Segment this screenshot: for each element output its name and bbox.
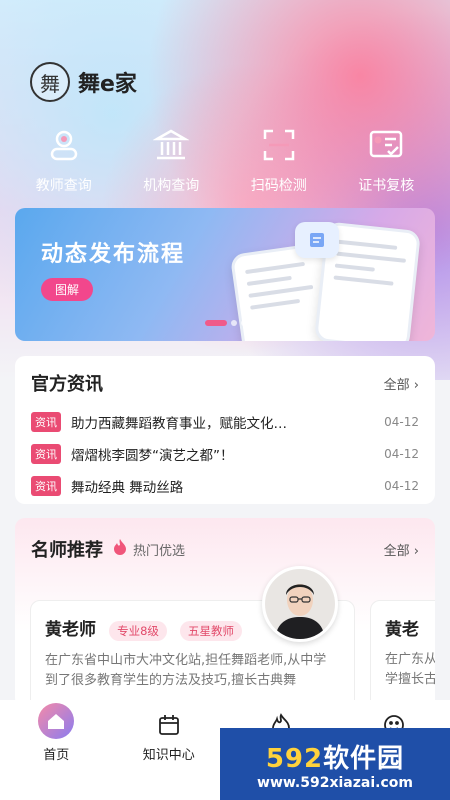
site-watermark: 592软件园 www.592xiazai.com [220,728,450,800]
institution-icon [151,125,191,165]
watermark-text: 软件园 [323,743,405,774]
banner-diagram-button[interactable]: 图解 [41,278,94,301]
news-tag: 资讯 [31,412,61,432]
teachers-view-all-link[interactable]: 全部 › [384,540,419,559]
tab-label: 首页 [43,748,70,763]
news-headline: 助力西藏舞蹈教育事业，赋能文化… [71,416,287,432]
tab-knowledge-center[interactable]: 知识中心 [124,708,214,800]
news-section: 官方资讯 全部 › 资讯 助力西藏舞蹈教育事业，赋能文化… 04-12 资讯 熠… [15,356,435,504]
app-header: 舞 舞e家 [30,62,137,102]
quick-link-teacher-search[interactable]: 教师查询 [14,125,114,195]
carousel-dot[interactable] [205,320,227,326]
news-date: 04-12 [384,415,419,429]
carousel-dot[interactable] [241,320,247,326]
news-date: 04-12 [384,479,419,493]
quick-link-label: 机构查询 [143,178,200,194]
flame-icon [113,538,127,560]
teachers-section-title: 名师推荐 [31,540,103,561]
news-tag: 资讯 [31,476,61,496]
news-item[interactable]: 资讯 舞动经典 舞动丝路 04-12 [31,470,419,502]
featured-teachers-section: 名师推荐 热门优选 全部 › 黄老师 专业8级 五星教师 在广东省中山市大冲文化… [15,518,435,708]
scan-icon [259,125,299,165]
news-headline: 熠熠桃李圆梦“演艺之都”！ [71,448,234,464]
person-icon [44,125,84,165]
chat-bubble-icon [295,222,339,258]
news-date: 04-12 [384,447,419,461]
teacher-avatar[interactable] [262,566,338,642]
quick-link-label: 教师查询 [35,178,92,194]
tab-home[interactable]: 首页 [11,703,101,800]
carousel-dot[interactable] [231,320,237,326]
watermark-url: www.592xiazai.com [257,774,413,791]
news-section-title: 官方资讯 [31,374,103,395]
quick-links: 教师查询 机构查询 扫码检测 证书复核 [0,125,450,195]
teacher-description: 在广东省中山市大冲文化站,担任舞蹈老师,从中学到了很多教育学生的方法及技巧,擅长… [45,652,327,688]
promo-banner[interactable]: 动态发布流程 图解 [15,208,435,341]
teachers-subtitle: 热门优选 [133,543,186,559]
quick-link-certificate[interactable]: 证书复核 [336,125,436,195]
news-view-all-link[interactable]: 全部 › [384,374,419,393]
teacher-name: 黄老师 [45,620,96,640]
news-headline: 舞动经典 舞动丝路 [71,480,184,496]
tab-label: 知识中心 [142,748,195,763]
banner-title: 动态发布流程 [41,242,186,267]
quick-link-label: 证书复核 [358,178,415,194]
teacher-rating-badge: 五星教师 [180,620,243,641]
app-logo: 舞 [30,62,70,102]
carousel-indicator[interactable] [205,320,247,326]
teacher-card[interactable]: 黄老 在广东从中学擅长古 [370,600,435,708]
home-icon [38,703,75,739]
news-item[interactable]: 资讯 助力西藏舞蹈教育事业，赋能文化… 04-12 [31,406,419,438]
quick-link-label: 扫码检测 [250,178,307,194]
news-item[interactable]: 资讯 熠熠桃李圆梦“演艺之都”！ 04-12 [31,438,419,470]
certificate-icon [366,125,406,165]
watermark-number: 592 [265,743,324,774]
quick-link-institution-search[interactable]: 机构查询 [121,125,221,195]
app-name: 舞e家 [78,72,137,97]
teacher-level-badge: 专业8级 [109,620,167,641]
news-tag: 资讯 [31,444,61,464]
quick-link-scan[interactable]: 扫码检测 [229,125,329,195]
teacher-name: 黄老 [385,620,419,640]
calendar-icon [149,708,189,742]
